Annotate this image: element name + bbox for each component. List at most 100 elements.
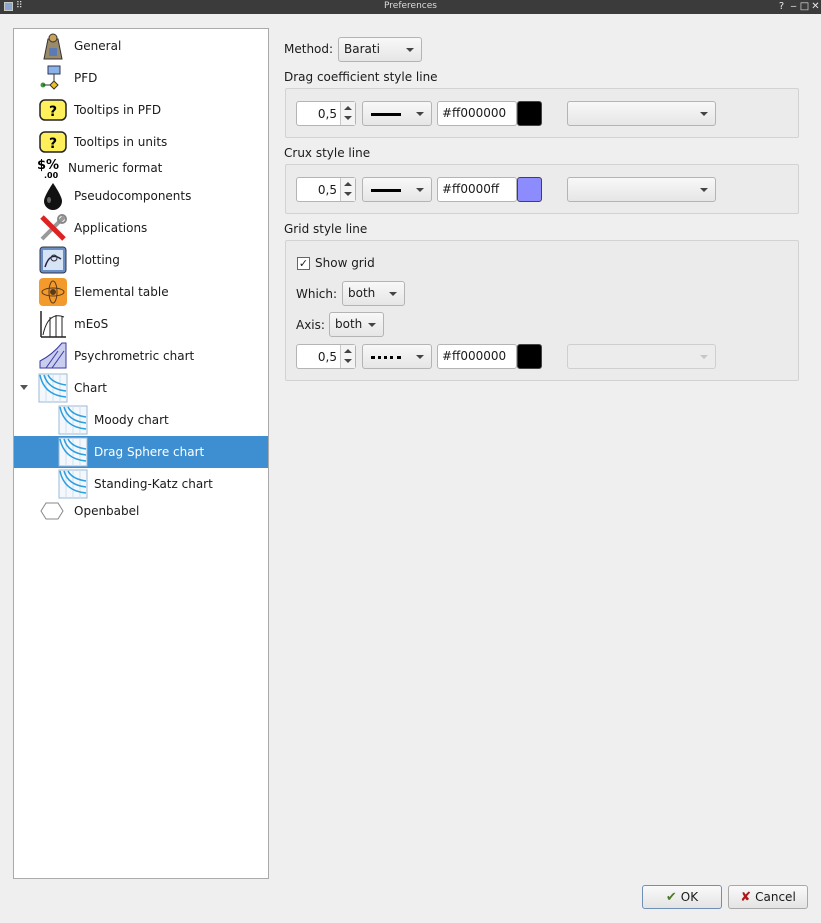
tree-item-openbabel[interactable]: Openbabel [14, 499, 268, 523]
tooltip-icon: ? [38, 95, 68, 125]
tree-item-applications[interactable]: Applications [14, 212, 268, 244]
maximize-icon[interactable]: □ [799, 1, 810, 12]
tree-item-label: Elemental table [74, 285, 169, 299]
chevron-down-icon [700, 112, 708, 116]
chevron-down-icon [700, 188, 708, 192]
tree-item-standing-katz-chart[interactable]: Standing-Katz chart [14, 468, 268, 500]
spin-buttons[interactable] [340, 102, 355, 125]
which-label: Which: [296, 287, 338, 301]
svg-text:?: ? [49, 104, 57, 120]
chart-icon [38, 373, 68, 403]
crux-line-title: Crux style line [284, 146, 371, 160]
title-bar: ⠿ Preferences ? ‒ □ ✕ [0, 0, 821, 14]
tree-item-label: PFD [74, 71, 98, 85]
spin-down-icon[interactable] [344, 192, 352, 196]
chevron-down-icon [416, 112, 424, 116]
grid-line-width-spinbox[interactable]: 0,5 [296, 344, 356, 369]
chevron-down-icon [416, 188, 424, 192]
tree-item-drag-sphere-chart[interactable]: Drag Sphere chart [14, 436, 268, 468]
tree-item-tooltips-units[interactable]: ? Tooltips in units [14, 126, 268, 158]
svg-text:.00: .00 [44, 171, 59, 180]
expand-arrow-icon[interactable] [20, 385, 28, 390]
general-icon [38, 31, 68, 61]
tree-item-pfd[interactable]: PFD [14, 62, 268, 94]
crux-line-color-button[interactable] [517, 177, 542, 202]
drag-line-color-button[interactable] [517, 101, 542, 126]
crux-line-marker-select[interactable] [567, 177, 716, 202]
tree-item-psychrometric-chart[interactable]: Psychrometric chart [14, 340, 268, 372]
crux-line-color-input[interactable]: #ff0000ff [437, 177, 517, 202]
tree-item-label: Plotting [74, 253, 120, 267]
crux-line-width-value: 0,5 [317, 183, 337, 197]
spin-down-icon[interactable] [344, 359, 352, 363]
crux-line-style-select[interactable] [362, 177, 432, 202]
grid-line-color-input[interactable]: #ff000000 [437, 344, 517, 369]
tree-item-chart[interactable]: Chart [14, 372, 268, 404]
spin-up-icon[interactable] [344, 106, 352, 110]
tree-item-pseudocomponents[interactable]: Pseudocomponents [14, 180, 268, 212]
pfd-icon [38, 63, 68, 93]
tree-item-label: Moody chart [94, 413, 169, 427]
crux-line-width-spinbox[interactable]: 0,5 [296, 177, 356, 202]
help-icon[interactable]: ? [776, 1, 787, 12]
spin-buttons[interactable] [340, 178, 355, 201]
standing-katz-chart-icon [58, 469, 88, 499]
drag-line-width-value: 0,5 [317, 107, 337, 121]
tree-item-general[interactable]: General [14, 30, 268, 62]
grid-line-color-button[interactable] [517, 344, 542, 369]
tree-item-label: Chart [74, 381, 107, 395]
grid-line-title: Grid style line [284, 222, 368, 236]
show-grid-label: Show grid [315, 256, 375, 270]
moody-chart-icon [58, 405, 88, 435]
drag-sphere-chart-icon [58, 437, 88, 467]
close-icon[interactable]: ✕ [810, 1, 821, 12]
chevron-down-icon [416, 355, 424, 359]
method-select[interactable]: Barati [338, 37, 422, 62]
preferences-tree[interactable]: General PFD ? Tooltips in PFD ? Tooltips… [13, 28, 269, 879]
tree-item-label: mEoS [74, 317, 109, 331]
tree-item-tooltips-pfd[interactable]: ? Tooltips in PFD [14, 94, 268, 126]
tree-item-meos[interactable]: mEoS [14, 308, 268, 340]
tree-item-label: Drag Sphere chart [94, 445, 205, 459]
spin-up-icon[interactable] [344, 349, 352, 353]
spin-buttons[interactable] [340, 345, 355, 368]
tree-item-plotting[interactable]: Plotting [14, 244, 268, 276]
tree-item-label: Applications [74, 221, 148, 235]
tree-item-elemental-table[interactable]: Elemental table [14, 276, 268, 308]
cancel-button[interactable]: ✘ Cancel [728, 885, 808, 909]
tree-item-label: Psychrometric chart [74, 349, 195, 363]
axis-value: both [335, 317, 363, 331]
show-grid-checkbox[interactable]: ✓ [297, 257, 310, 270]
window-title: Preferences [384, 1, 437, 11]
chevron-down-icon [389, 292, 397, 296]
hexagon-icon [40, 501, 64, 521]
tree-item-label: General [74, 39, 122, 53]
tree-item-numeric-format[interactable]: $% .00 Numeric format [14, 155, 268, 181]
tree-item-moody-chart[interactable]: Moody chart [14, 404, 268, 436]
ok-label: OK [680, 890, 699, 904]
grid-line-group: ✓ Show grid Which: both Axis: both 0,5 #… [285, 240, 799, 381]
plotting-icon [38, 245, 68, 275]
drag-line-title: Drag coefficient style line [284, 70, 438, 84]
grid-line-marker-select[interactable] [567, 344, 716, 369]
drag-line-style-select[interactable] [362, 101, 432, 126]
solid-line-icon [371, 113, 401, 116]
drag-line-group: 0,5 #ff000000 [285, 88, 799, 138]
grid-line-style-select[interactable] [362, 344, 432, 369]
ok-button[interactable]: ✔ OK [642, 885, 722, 909]
drag-line-marker-select[interactable] [567, 101, 716, 126]
drag-line-width-spinbox[interactable]: 0,5 [296, 101, 356, 126]
spin-down-icon[interactable] [344, 116, 352, 120]
which-select[interactable]: both [342, 281, 405, 306]
svg-text:?: ? [49, 136, 57, 152]
solid-line-icon [371, 189, 401, 192]
axis-select[interactable]: both [329, 312, 384, 337]
minimize-icon[interactable]: ‒ [788, 1, 799, 12]
drag-line-color-input[interactable]: #ff000000 [437, 101, 517, 126]
chevron-down-icon [368, 323, 376, 327]
axis-label: Axis: [296, 318, 325, 332]
tooltip-icon: ? [38, 127, 68, 157]
method-value: Barati [344, 42, 380, 56]
oil-drop-icon [38, 181, 68, 211]
spin-up-icon[interactable] [344, 182, 352, 186]
